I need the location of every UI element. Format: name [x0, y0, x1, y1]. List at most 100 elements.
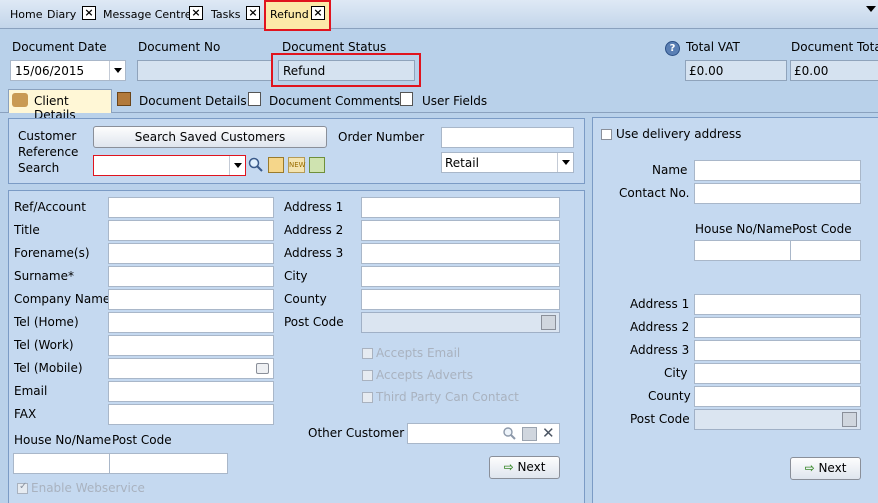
delivery-address2-label: Address 2 [630, 320, 690, 334]
tab-document-comments[interactable]: Document Comments [269, 90, 400, 112]
third-party-checkbox[interactable] [362, 392, 373, 403]
document-total-value: £0.00 [794, 64, 829, 78]
customer-reference-label-2: Reference [18, 145, 79, 159]
tel-mobile-input[interactable] [108, 358, 274, 379]
address3-input[interactable] [361, 243, 560, 264]
address2-label: Address 2 [284, 223, 344, 237]
address2-input[interactable] [361, 220, 560, 241]
enable-webservice-checkbox[interactable]: ✓ [17, 481, 28, 494]
delivery-city-input[interactable] [694, 363, 861, 384]
tab-overflow-icon[interactable] [866, 6, 876, 12]
close-icon[interactable]: × [189, 6, 203, 20]
other-customer-label: Other Customer [308, 426, 405, 440]
tab-message-centre[interactable]: Message Centre [99, 5, 196, 25]
other-customer-input[interactable]: ✕ [407, 423, 560, 444]
subtab-divider [0, 112, 878, 113]
document-status-label: Document Status [282, 40, 387, 54]
tab-document-details[interactable]: Document Details [139, 90, 247, 112]
tel-home-input[interactable] [108, 312, 274, 333]
city-label: City [284, 269, 308, 283]
delivery-name-input[interactable] [694, 160, 861, 181]
delivery-address1-input[interactable] [694, 294, 861, 315]
delivery-postcode-input[interactable] [694, 409, 861, 430]
new-customer-icon[interactable]: NEW [288, 157, 306, 173]
delivery-post-code-label: Post Code [792, 222, 852, 236]
delivery-address2-input[interactable] [694, 317, 861, 338]
address-book-icon[interactable] [268, 157, 284, 173]
chevron-down-icon[interactable] [109, 61, 125, 80]
tab-refund-active[interactable]: Refund × [264, 0, 331, 31]
title-input[interactable] [108, 220, 274, 241]
delivery-next-button[interactable]: ⇨ Next [790, 457, 861, 480]
chevron-down-icon[interactable] [557, 153, 573, 172]
search-saved-customers-button[interactable]: Search Saved Customers [93, 126, 327, 148]
phone-icon[interactable] [256, 363, 269, 374]
delivery-county-input[interactable] [694, 386, 861, 407]
close-icon[interactable]: × [246, 6, 260, 20]
price-type-select[interactable]: Retail [441, 152, 574, 173]
customer-reference-label-3: Search [18, 161, 60, 175]
document-status-value: Refund [283, 64, 326, 78]
tab-home[interactable]: Home [6, 5, 46, 25]
close-icon[interactable]: × [82, 6, 96, 20]
search-icon[interactable] [502, 426, 517, 441]
delivery-county-label: County [648, 389, 691, 403]
clear-icon[interactable]: ✕ [542, 424, 555, 442]
total-vat-value: £0.00 [689, 64, 724, 78]
arrow-right-icon: ⇨ [503, 460, 514, 474]
email-input[interactable] [108, 381, 274, 402]
email-label: Email [14, 384, 48, 398]
postcode-lookup-icon[interactable] [842, 412, 857, 427]
client-next-button[interactable]: ⇨ Next [489, 456, 560, 479]
customer-reference-search-input[interactable] [93, 155, 246, 176]
customer-reference-label-1: Customer [18, 129, 77, 143]
fax-label: FAX [14, 407, 37, 421]
tab-user-fields[interactable]: User Fields [422, 90, 487, 112]
tab-tasks[interactable]: Tasks [207, 5, 244, 25]
delivery-city-label: City [664, 366, 688, 380]
postcode-label: Post Code [284, 315, 344, 329]
document-total-field: £0.00 [790, 60, 878, 81]
delivery-address3-input[interactable] [694, 340, 861, 361]
document-total-label: Document Tota [791, 40, 878, 54]
company-name-input[interactable] [108, 289, 274, 310]
delivery-post-code-input[interactable] [790, 240, 861, 261]
delivery-address3-label: Address 3 [630, 343, 690, 357]
fax-input[interactable] [108, 404, 274, 425]
city-input[interactable] [361, 266, 560, 287]
enable-webservice-label: Enable Webservice [31, 481, 145, 495]
document-date-picker[interactable]: 15/06/2015 [10, 60, 126, 81]
tel-mobile-label: Tel (Mobile) [14, 361, 83, 375]
help-icon[interactable]: ? [665, 41, 680, 56]
accepts-email-checkbox[interactable] [362, 348, 373, 359]
use-delivery-checkbox[interactable] [601, 129, 612, 140]
tel-work-input[interactable] [108, 335, 274, 356]
total-vat-label: Total VAT [686, 40, 740, 54]
edit-document-icon [248, 92, 261, 106]
ref-account-input[interactable] [108, 197, 274, 218]
address-book-icon[interactable] [522, 427, 537, 441]
address3-label: Address 3 [284, 246, 344, 260]
accepts-adverts-checkbox[interactable] [362, 370, 373, 381]
edit-customer-icon[interactable] [309, 157, 325, 173]
client-next-label: Next [517, 460, 546, 474]
postcode-input[interactable] [361, 312, 560, 333]
house-no-input[interactable] [13, 453, 110, 474]
search-icon[interactable] [248, 157, 264, 173]
forenames-label: Forename(s) [14, 246, 90, 260]
tab-client-details[interactable]: Client Details [8, 89, 112, 122]
county-input[interactable] [361, 289, 560, 310]
post-code-input[interactable] [109, 453, 228, 474]
address1-input[interactable] [361, 197, 560, 218]
tab-diary[interactable]: Diary [43, 5, 80, 25]
surname-input[interactable] [108, 266, 274, 287]
accepts-email-label: Accepts Email [376, 346, 461, 360]
delivery-contact-input[interactable] [694, 183, 861, 204]
delivery-house-no-input[interactable] [694, 240, 791, 261]
forenames-input[interactable] [108, 243, 274, 264]
close-icon[interactable]: × [311, 6, 325, 20]
postcode-lookup-icon[interactable] [541, 315, 556, 330]
order-number-input[interactable] [441, 127, 574, 148]
chevron-down-icon[interactable] [229, 156, 245, 175]
client-icon [12, 93, 28, 107]
